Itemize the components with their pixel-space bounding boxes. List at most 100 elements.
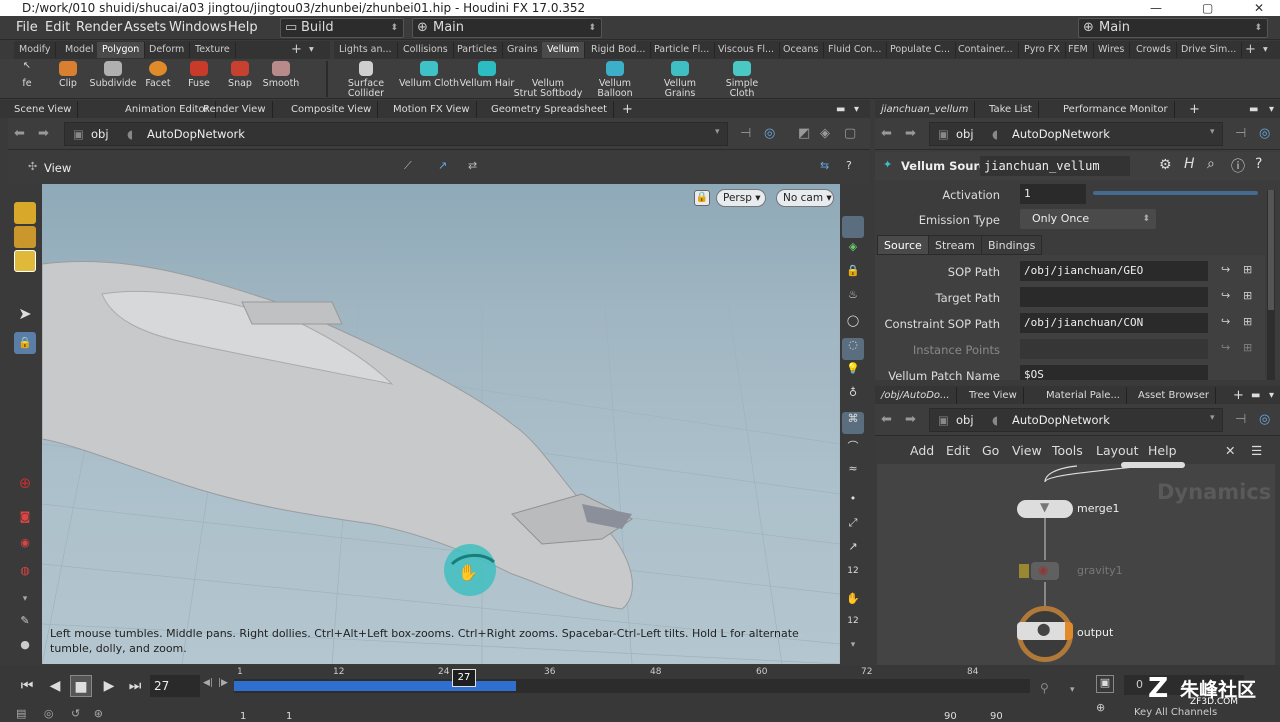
lightbulb-icon[interactable]: 💡 — [842, 362, 864, 384]
prim-number-icon[interactable]: 12 — [842, 616, 864, 638]
shelf-tab-drive-simulation[interactable]: Drive Sim... — [1176, 42, 1243, 58]
select-tool-icon[interactable]: ⟋ — [404, 159, 412, 173]
play-icon[interactable]: ▶ — [98, 675, 120, 697]
step-back-icon[interactable]: ◀| — [203, 678, 217, 694]
node-chooser-icon[interactable]: ⊞ — [1243, 315, 1252, 328]
shelf-tab-oceans[interactable]: Oceans — [778, 42, 825, 58]
net-menu-view[interactable]: View — [1012, 443, 1042, 458]
chevron-down-icon[interactable]: ▾ — [1210, 413, 1215, 423]
pick-tool-icon[interactable]: ↗ — [438, 159, 447, 172]
shelf-tab-pyro-fx[interactable]: Pyro FX — [1019, 42, 1066, 58]
menu-windows[interactable]: Windows — [169, 20, 227, 35]
pin-icon[interactable]: ⊣ — [1235, 412, 1246, 427]
pane-menu-icon[interactable]: ▾ — [1263, 101, 1280, 118]
more-display-icon[interactable]: ▾ — [842, 640, 864, 662]
upstream-node[interactable] — [1121, 462, 1185, 468]
add-tab-icon[interactable]: + — [616, 101, 639, 118]
key-all-channels-button[interactable]: Key All Channels — [1134, 707, 1217, 718]
tab-motion-fx-view[interactable]: Motion FX View — [387, 101, 477, 118]
tab-geometry-spreadsheet[interactable]: Geometry Spreadsheet — [485, 101, 615, 118]
list-view-icon[interactable]: ☰ — [1251, 443, 1262, 458]
link-icon[interactable]: ◎ — [764, 126, 775, 141]
subtab-source[interactable]: Source — [877, 235, 929, 255]
jump-icon[interactable]: ↪ — [1221, 341, 1230, 354]
main-desktop-select[interactable]: ⊕ Main ⬍ — [412, 18, 602, 38]
jump-icon[interactable]: ↪ — [1221, 315, 1230, 328]
frame-field[interactable]: 27 — [150, 675, 200, 697]
forward-arrow-icon[interactable]: ➡ — [905, 126, 916, 141]
vellum-patch-name-field[interactable]: $OS — [1020, 365, 1208, 380]
shelf-tab-deform[interactable]: Deform — [144, 42, 191, 58]
range-end-2[interactable]: 90 — [990, 711, 1003, 722]
maximize-icon[interactable]: ▢ — [1202, 0, 1213, 16]
tab-asset-browser[interactable]: Asset Browser — [1132, 387, 1217, 404]
tool-vellum-grains[interactable]: Vellum Grains — [650, 61, 710, 99]
tab-composite-view[interactable]: Composite View — [285, 101, 379, 118]
node-chooser-icon[interactable]: ⊞ — [1243, 289, 1252, 302]
node-name-field[interactable]: jianchuan_vellum — [980, 156, 1130, 176]
chevron-down-icon[interactable]: ▾ — [1258, 42, 1273, 58]
tool-vellum-cloth[interactable]: Vellum Cloth — [399, 61, 459, 89]
info-icon[interactable]: ⓘ — [1231, 156, 1245, 176]
key-icon[interactable]: ⚲ — [1040, 681, 1049, 695]
geo-icon[interactable]: ⌒ — [842, 438, 864, 460]
range-menu-icon[interactable]: ▤ — [16, 707, 26, 720]
back-arrow-icon[interactable]: ⬅ — [14, 126, 25, 141]
shelf-tab-populate-containers[interactable]: Populate C... — [885, 42, 956, 58]
instance-points-field[interactable] — [1020, 339, 1208, 359]
net-menu-add[interactable]: Add — [910, 443, 934, 458]
shelf-tab-viscous-fluids[interactable]: Viscous Fl... — [713, 42, 781, 58]
range-start-2[interactable]: 1 — [286, 711, 292, 722]
tab-take-list[interactable]: Take List — [983, 101, 1039, 118]
net-menu-layout[interactable]: Layout — [1096, 443, 1139, 458]
main-desktop-select-right[interactable]: ⊕ Main ⬍ — [1078, 18, 1268, 38]
headlight-icon[interactable]: ♁ — [842, 386, 864, 408]
menu-render[interactable]: Render — [76, 20, 122, 35]
move-icon[interactable] — [14, 226, 36, 248]
menu-edit[interactable]: Edit — [45, 20, 70, 35]
pointer-icon[interactable]: ➤ — [14, 304, 36, 326]
display-options-icon[interactable]: ⇆ — [820, 159, 829, 172]
node-chooser-icon[interactable]: ⊞ — [1243, 341, 1252, 354]
shelf-tab-container-tools[interactable]: Container... — [953, 42, 1019, 58]
close-icon[interactable]: ✕ — [1254, 0, 1264, 16]
loop-icon[interactable]: ↺ — [71, 707, 80, 720]
forward-arrow-icon[interactable]: ➡ — [905, 412, 916, 427]
shelf-tab-particle-fluids[interactable]: Particle Fl... — [649, 42, 716, 58]
more-icon[interactable]: ▾ — [14, 594, 36, 616]
emission-type-select[interactable]: Only Once ⬍ — [1020, 209, 1156, 229]
target-path-field[interactable] — [1020, 287, 1208, 307]
jump-end-icon[interactable]: ⏭ — [124, 675, 146, 697]
path-autodopnetwork[interactable]: AutoDopNetwork — [1012, 413, 1110, 427]
constraint-sop-path-field[interactable]: /obj/jianchuan/CON — [1020, 313, 1208, 333]
pane-menu-icon[interactable]: ▾ — [1263, 387, 1280, 404]
point-icon[interactable]: • — [842, 492, 864, 514]
lock-icon[interactable]: 🔒 — [14, 332, 36, 354]
net-menu-edit[interactable]: Edit — [946, 443, 970, 458]
chevron-down-icon[interactable]: ▾ — [1210, 127, 1215, 137]
shelf-tab-fem[interactable]: FEM — [1063, 42, 1094, 58]
scrollbar-thumb[interactable] — [1268, 190, 1274, 310]
subtab-bindings[interactable]: Bindings — [981, 235, 1043, 255]
subtab-stream[interactable]: Stream — [928, 235, 982, 255]
wrench-icon[interactable]: ✕ — [1225, 443, 1235, 458]
path-autodopnetwork[interactable]: AutoDopNetwork — [1012, 127, 1110, 141]
cube-icon[interactable]: ◩ — [798, 126, 810, 141]
jump-icon[interactable]: ↪ — [1221, 263, 1230, 276]
help-icon[interactable]: ? — [846, 159, 852, 172]
shelf-tab-wires[interactable]: Wires — [1093, 42, 1131, 58]
light-icon[interactable]: ◯ — [842, 314, 864, 336]
help-h-icon[interactable]: H — [1184, 156, 1195, 172]
handle-icon[interactable] — [14, 250, 36, 272]
search-icon[interactable]: ⌕ — [1207, 156, 1215, 172]
back-arrow-icon[interactable]: ⬅ — [881, 412, 892, 427]
activation-slider[interactable] — [1093, 191, 1258, 195]
shelf-tab-grains[interactable]: Grains — [502, 42, 544, 58]
camera-menu[interactable]: No cam ▾ — [776, 189, 834, 207]
shelf-tab-rigid-bodies[interactable]: Rigid Bod... — [586, 42, 652, 58]
node-gravity1[interactable]: ◉ — [1019, 560, 1071, 582]
prim-snap-icon[interactable]: ◍ — [14, 564, 36, 586]
shelf-tab-polygon[interactable]: Polygon — [97, 42, 146, 58]
play-reverse-icon[interactable]: ◀ — [44, 675, 66, 697]
bulb-icon[interactable]: ◌ — [842, 338, 864, 360]
